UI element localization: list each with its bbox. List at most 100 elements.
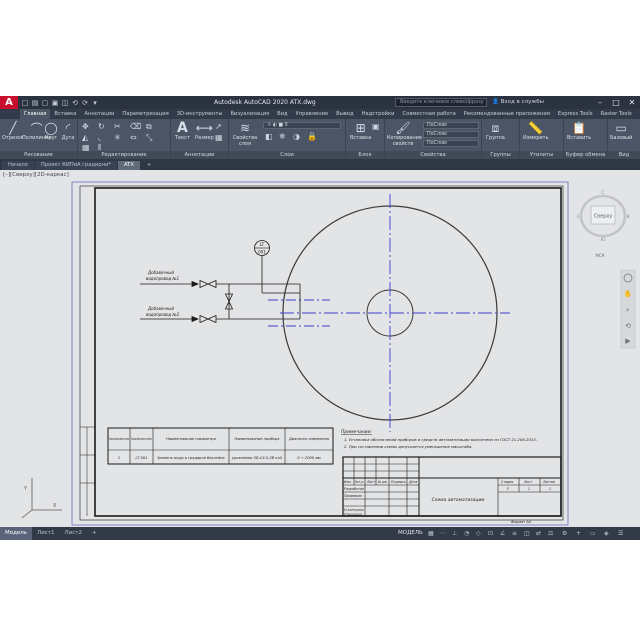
fillet-icon[interactable]: ◟ [98, 133, 101, 142]
match-properties-button[interactable]: 🖌 Копирование свойств [387, 121, 422, 147]
linetype-dropdown[interactable]: ПоСлою [423, 131, 479, 138]
app-logo-button[interactable]: A [0, 96, 18, 109]
lineweight-dropdown[interactable]: ПоСлою [423, 140, 479, 147]
layer-lock-icon[interactable]: 🔒 [307, 132, 317, 141]
tab-collaborate[interactable]: Совместная работа [399, 109, 460, 119]
save-icon[interactable]: ▢ [41, 99, 49, 107]
stamp-role-developer: Разработал [344, 487, 364, 491]
search-input[interactable]: Введите ключевое слово/фразу [395, 98, 487, 107]
tab-raster-tools[interactable]: Raster Tools [597, 109, 636, 119]
isodraft-icon[interactable]: ◇ [476, 530, 481, 537]
snap-icon[interactable]: ⋯ [440, 530, 446, 537]
maximize-icon[interactable]: □ [610, 97, 622, 107]
otrack-icon[interactable]: ∠ [500, 530, 505, 537]
tab-home[interactable]: Главная [20, 109, 51, 119]
undo-icon[interactable]: ⟲ [71, 99, 79, 107]
tab-layout1[interactable]: Лист1 [32, 527, 59, 540]
line-tool-button[interactable]: ╱ Отрезок [2, 121, 24, 141]
drawing-canvas[interactable]: [–][Сверху][2D-каркас] LT 001 Добавочный… [0, 170, 640, 527]
close-icon[interactable]: ✕ [626, 97, 638, 107]
tab-3d-tools[interactable]: 3D-инструменты [173, 109, 227, 119]
tab-output[interactable]: Вывод [332, 109, 357, 119]
tab-annotate[interactable]: Аннотации [80, 109, 118, 119]
open-file-icon[interactable]: ▤ [31, 99, 39, 107]
viewcube-east[interactable]: В [626, 214, 629, 220]
insert-block-button[interactable]: ⊞ Вставка [350, 121, 371, 141]
leader-icon[interactable]: ↗ [215, 122, 222, 131]
erase-icon[interactable]: ⌫ [130, 122, 141, 131]
viewcube-north[interactable]: С [601, 190, 604, 196]
add-layout-button[interactable]: + [87, 527, 102, 540]
osnap-icon[interactable]: ⊡ [488, 530, 493, 537]
tab-addins[interactable]: Надстройки [358, 109, 399, 119]
layer-properties-button[interactable]: ≋ Свойства слоя [232, 121, 258, 147]
navigation-bar[interactable]: ✋ ⌕ ⟲ ▶ [620, 269, 636, 349]
tab-insert[interactable]: Вставка [50, 109, 80, 119]
viewcube-south[interactable]: Ю [601, 237, 606, 243]
table-icon[interactable]: ▦ [215, 133, 223, 142]
create-block-icon[interactable]: ▣ [372, 122, 380, 131]
stretch-icon[interactable]: ⇔ [130, 133, 137, 142]
lineweight-icon[interactable]: ≡ [512, 530, 517, 537]
color-dropdown[interactable]: ПоСлою [423, 122, 479, 129]
move-icon[interactable]: ✥ [82, 122, 89, 131]
layer-freeze-icon[interactable]: ❄ [279, 132, 286, 141]
base-view-button[interactable]: ▭ Базовый [610, 121, 632, 141]
layer-dropdown[interactable]: ☼ ◐ ■ 0 [263, 122, 341, 129]
tab-view[interactable]: Вид [273, 109, 292, 119]
measure-button[interactable]: 📏 Измерить [523, 121, 549, 141]
annotation-monitor-icon[interactable]: + [576, 530, 581, 537]
trim-icon[interactable]: ✂ [114, 122, 121, 131]
signin-button[interactable]: 👤 Вход в службы [492, 99, 544, 105]
grid-icon[interactable]: ▦ [428, 530, 434, 537]
annotation-scale-icon[interactable]: ⚖ [548, 530, 553, 537]
scale-icon[interactable]: ⤡ [146, 133, 152, 143]
paste-button[interactable]: 📋 Вставить [567, 121, 591, 141]
table-cell-position-schema: 1 [118, 456, 120, 460]
layer-off-icon[interactable]: ◑ [293, 132, 300, 141]
explode-icon[interactable]: ✳ [114, 133, 121, 142]
circle-tool-button[interactable]: ◯ Круг [44, 121, 58, 141]
viewcube-west[interactable]: З [577, 214, 580, 220]
arc-tool-button[interactable]: ◜ Дуга [61, 121, 75, 141]
customize-dropdown-icon[interactable]: ▾ [91, 99, 99, 107]
polar-icon[interactable]: ◔ [464, 530, 469, 537]
tab-featured-apps[interactable]: Рекомендованные приложения [460, 109, 554, 119]
tab-project-drawing[interactable]: Проект КИПиА градирни* [34, 161, 118, 170]
viewcube-face-label[interactable]: Сверху [594, 214, 613, 220]
hardware-acceleration-icon[interactable]: ◈ [604, 530, 609, 537]
tab-model[interactable]: Модель [0, 527, 33, 540]
units-icon[interactable]: ▭ [590, 530, 596, 537]
tab-start[interactable]: Начало [2, 161, 34, 170]
dimension-tool-button[interactable]: ⟷ Размер [195, 121, 214, 141]
save-as-icon[interactable]: ▣ [51, 99, 59, 107]
stamp-role-checker: Проверил [344, 494, 362, 498]
wcs-label[interactable]: МСК [595, 253, 604, 258]
tab-visualize[interactable]: Визуализация [226, 109, 273, 119]
selection-cycling-icon[interactable]: ⇄ [536, 530, 541, 537]
workspace-gear-icon[interactable]: ⚙ [562, 530, 567, 537]
group-button[interactable]: ⧈ Группа [486, 121, 505, 142]
tab-express-tools[interactable]: Express Tools [554, 109, 597, 119]
text-tool-label: Текст [175, 135, 190, 141]
redo-icon[interactable]: ⟳ [81, 99, 89, 107]
rotate-icon[interactable]: ↻ [98, 122, 105, 131]
tab-layout2[interactable]: Лист2 [60, 527, 87, 540]
tab-manage[interactable]: Управление [292, 109, 333, 119]
circle-icon: ◯ [44, 121, 58, 135]
text-tool-button[interactable]: A Текст [175, 120, 190, 141]
new-tab-button[interactable]: + [141, 161, 157, 170]
model-space-toggle[interactable]: МОДЕЛЬ [398, 527, 423, 540]
customization-menu-icon[interactable]: ☰ [618, 530, 623, 537]
ortho-icon[interactable]: ⊥ [452, 530, 457, 537]
mirror-icon[interactable]: ◭ [82, 133, 88, 142]
layer-isolate-icon[interactable]: ◧ [265, 132, 273, 141]
print-icon[interactable]: ◫ [61, 99, 69, 107]
tab-atx-drawing[interactable]: ATX [118, 161, 140, 170]
copy-icon[interactable]: ⧉ [146, 122, 152, 132]
tab-parametric[interactable]: Параметризация [118, 109, 172, 119]
table-cell-position-project: LT 001 [136, 456, 148, 460]
transparency-icon[interactable]: ◫ [524, 530, 530, 537]
new-file-icon[interactable]: □ [21, 99, 29, 107]
minimize-icon[interactable]: – [594, 97, 606, 107]
